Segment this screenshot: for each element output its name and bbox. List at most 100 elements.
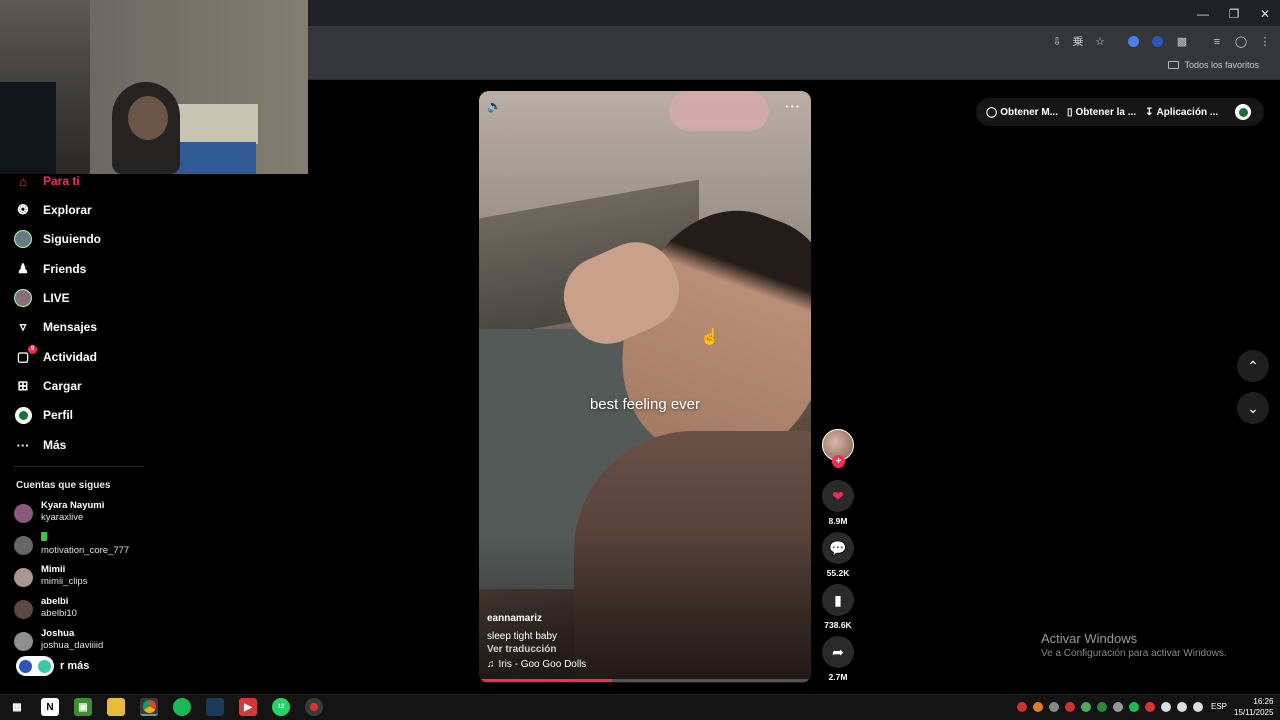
account-handle: kyaraxlive bbox=[41, 512, 84, 523]
get-coins-button[interactable]: ◯ Obtener M... bbox=[986, 107, 1058, 118]
account-handle: mimii_clips bbox=[41, 576, 88, 587]
sidebar-item-label: Siguiendo bbox=[43, 232, 101, 246]
translate-icon[interactable]: 乗 bbox=[1070, 34, 1086, 50]
profile-avatar[interactable] bbox=[1235, 104, 1251, 120]
coin-icon: ◯ bbox=[986, 106, 998, 118]
app-icon[interactable] bbox=[206, 698, 224, 716]
next-video-button[interactable]: ⌄ bbox=[1237, 392, 1269, 424]
volume-icon[interactable]: 🔈 bbox=[487, 99, 503, 115]
tray-app-icon[interactable] bbox=[1065, 702, 1075, 712]
language-indicator[interactable]: ESP bbox=[1211, 702, 1227, 711]
more-options-icon[interactable]: ··· bbox=[785, 99, 801, 114]
chrome-icon[interactable] bbox=[140, 698, 158, 716]
microphone-icon[interactable] bbox=[1161, 702, 1171, 712]
sidebar-item-siguiendo[interactable]: Siguiendo bbox=[14, 228, 101, 250]
battery-emoji-icon bbox=[41, 532, 47, 541]
sidebar-item-perfil[interactable]: Perfil bbox=[14, 404, 73, 426]
following-account[interactable]: Mimii mimii_clips bbox=[14, 564, 87, 588]
account-name bbox=[41, 532, 129, 545]
file-explorer-icon[interactable] bbox=[107, 698, 125, 716]
chevron-up-icon: ⌃ bbox=[1247, 357, 1259, 374]
tray-spotify-icon[interactable] bbox=[1129, 702, 1139, 712]
activity-badge: 9 bbox=[28, 345, 37, 354]
comment-icon: 💬 bbox=[829, 539, 847, 556]
sidebar-item-friends[interactable]: ♟ Friends bbox=[14, 258, 86, 280]
whatsapp-icon[interactable]: 12 bbox=[272, 698, 290, 716]
install-icon[interactable]: ⇩ bbox=[1049, 34, 1065, 50]
sidebar-item-label: Friends bbox=[43, 262, 87, 276]
video-username[interactable]: eannamariz bbox=[487, 613, 542, 624]
sidebar-item-live[interactable]: LIVE bbox=[14, 287, 70, 309]
desktop-app-button[interactable]: ↧ Aplicación ... bbox=[1145, 107, 1218, 118]
tray-chrome-icon[interactable] bbox=[1081, 702, 1091, 712]
media-icon[interactable]: ≡ bbox=[1209, 34, 1225, 50]
puzzle-icon[interactable]: ▩ bbox=[1174, 34, 1190, 50]
sidebar-item-para-ti[interactable]: ⌂ Para ti bbox=[14, 170, 80, 192]
restore-icon[interactable]: ❐ bbox=[1225, 6, 1243, 22]
share-count: 2.7M bbox=[828, 672, 848, 682]
avatar bbox=[14, 504, 33, 523]
video-progress-bar[interactable] bbox=[481, 679, 809, 682]
sidebar-item-cargar[interactable]: ⊞ Cargar bbox=[14, 375, 82, 397]
volume-tray-icon[interactable] bbox=[1193, 702, 1203, 712]
folder-icon bbox=[1168, 61, 1180, 69]
following-account[interactable]: Kyara Nayumi kyaraxlive bbox=[14, 500, 104, 524]
minecraft-icon[interactable]: ▣ bbox=[74, 698, 92, 716]
follow-plus-icon[interactable]: + bbox=[832, 455, 845, 468]
translate-link[interactable]: Ver traducción bbox=[487, 644, 556, 655]
save-button[interactable]: ▮ bbox=[822, 584, 854, 616]
minimize-icon[interactable]: — bbox=[1194, 6, 1212, 22]
following-account[interactable]: motivation_core_777 bbox=[14, 532, 129, 557]
following-account[interactable]: Joshua joshua_daviiiid bbox=[14, 628, 103, 652]
bookmarks-folder[interactable]: Todos los favoritos bbox=[1168, 60, 1259, 70]
music-title: Iris - Goo Goo Dolls bbox=[498, 659, 587, 670]
sidebar-item-explorar[interactable]: ❂ Explorar bbox=[14, 199, 92, 221]
sidebar-item-label: Mensajes bbox=[43, 320, 98, 334]
comment-button[interactable]: 💬 bbox=[822, 532, 854, 564]
download-icon: ↧ bbox=[1145, 106, 1154, 118]
like-button[interactable]: ❤ bbox=[822, 480, 854, 512]
compass-icon: ❂ bbox=[17, 202, 29, 217]
get-coins-label: Obtener M... bbox=[1000, 106, 1058, 118]
tray-app-icon[interactable] bbox=[1033, 702, 1043, 712]
video-player[interactable]: best feeling ever 🔈 ··· ☝ eannamariz sle… bbox=[479, 91, 811, 683]
share-icon: ➦ bbox=[832, 643, 844, 660]
send-icon: ▿ bbox=[19, 319, 27, 334]
recording-app-icon[interactable] bbox=[305, 698, 323, 716]
tray-app-icon[interactable] bbox=[1097, 702, 1107, 712]
avatar-icon bbox=[14, 230, 32, 248]
tray-app-icon[interactable] bbox=[1017, 702, 1027, 712]
tray-app-icon[interactable] bbox=[1049, 702, 1059, 712]
music-link[interactable]: ♫ Iris - Goo Goo Dolls bbox=[487, 659, 586, 670]
star-icon[interactable]: ☆ bbox=[1092, 34, 1108, 50]
extension-icon[interactable] bbox=[1150, 34, 1166, 50]
share-button[interactable]: ➦ bbox=[822, 636, 854, 668]
sidebar-item-mensajes[interactable]: ▿ Mensajes bbox=[14, 316, 97, 338]
see-more-button[interactable]: r más bbox=[16, 656, 89, 676]
tray-app-icon[interactable] bbox=[1145, 702, 1155, 712]
following-title: Cuentas que sigues bbox=[16, 480, 111, 491]
network-icon[interactable] bbox=[1177, 702, 1187, 712]
friends-icon: ♟ bbox=[17, 261, 29, 276]
extension-pill-icon bbox=[16, 656, 54, 676]
close-icon[interactable]: ✕ bbox=[1256, 6, 1274, 22]
menu-icon[interactable]: ⋮ bbox=[1257, 34, 1273, 50]
extension-icon[interactable] bbox=[1126, 34, 1142, 50]
following-account[interactable]: abelbi abelbi10 bbox=[14, 596, 77, 620]
taskbar-clock[interactable]: 16:26 15/11/2025 bbox=[1234, 696, 1273, 718]
sidebar-item-actividad[interactable]: ▢ 9 Actividad bbox=[14, 345, 97, 368]
get-app-button[interactable]: ▯ Obtener la ... bbox=[1067, 107, 1136, 118]
recorder-icon[interactable]: ▶ bbox=[239, 698, 257, 716]
phone-icon: ▯ bbox=[1067, 106, 1073, 118]
sidebar-divider bbox=[14, 466, 144, 467]
windows-start-icon[interactable]: ▦ bbox=[8, 698, 26, 716]
profile-icon[interactable]: ◯ bbox=[1233, 34, 1249, 50]
notion-icon[interactable]: N bbox=[41, 698, 59, 716]
spotify-icon[interactable] bbox=[173, 698, 191, 716]
account-name: Kyara Nayumi bbox=[41, 500, 105, 511]
account-name: Joshua bbox=[41, 628, 75, 639]
tray-app-icon[interactable] bbox=[1113, 702, 1123, 712]
sidebar-item-mas[interactable]: ··· Más bbox=[14, 434, 67, 456]
previous-video-button[interactable]: ⌃ bbox=[1237, 350, 1269, 382]
video-overlay-text: best feeling ever bbox=[589, 396, 701, 413]
